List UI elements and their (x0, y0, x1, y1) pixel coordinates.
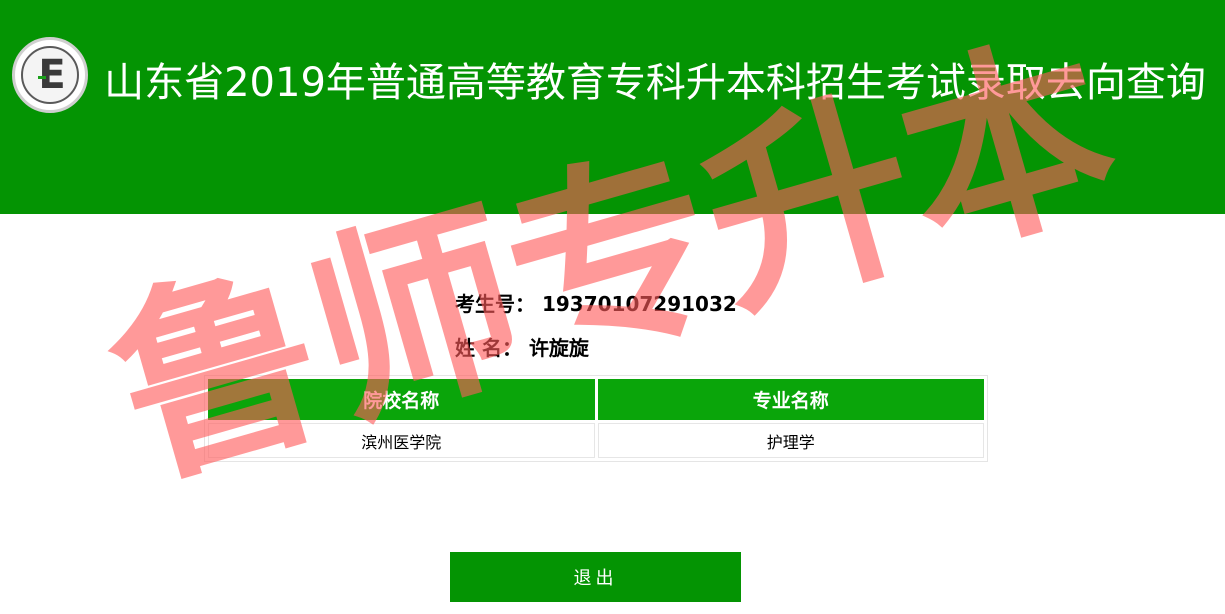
column-header-school: 院校名称 (208, 379, 595, 420)
page-header: E 山东省2019年普通高等教育专科升本科招生考试录取去向查询 (0, 0, 1225, 214)
logo-letter: E (38, 52, 66, 98)
cell-major: 护理学 (597, 423, 984, 458)
exam-number-row: 考生号： 19370107291032 (455, 288, 855, 317)
logo-accent (38, 76, 46, 79)
student-name-row: 姓 名： 许旋旋 (455, 332, 855, 361)
cell-school: 滨州医学院 (208, 423, 595, 458)
admission-result-table: 院校名称 专业名称 滨州医学院 护理学 (204, 375, 988, 462)
student-name-value: 许旋旋 (528, 336, 589, 360)
student-name-label: 姓 名： (455, 336, 522, 360)
table-row: 滨州医学院 护理学 (208, 423, 984, 458)
exam-number-label: 考生号： (455, 292, 535, 316)
logo: E (12, 37, 88, 113)
exit-button[interactable]: 退出 (450, 552, 741, 602)
table-header-row: 院校名称 专业名称 (208, 379, 984, 420)
logo-emblem-icon: E (21, 46, 79, 104)
page-title: 山东省2019年普通高等教育专科升本科招生考试录取去向查询 (104, 60, 1206, 106)
column-header-major: 专业名称 (597, 379, 984, 420)
exam-number-value: 19370107291032 (541, 292, 737, 316)
